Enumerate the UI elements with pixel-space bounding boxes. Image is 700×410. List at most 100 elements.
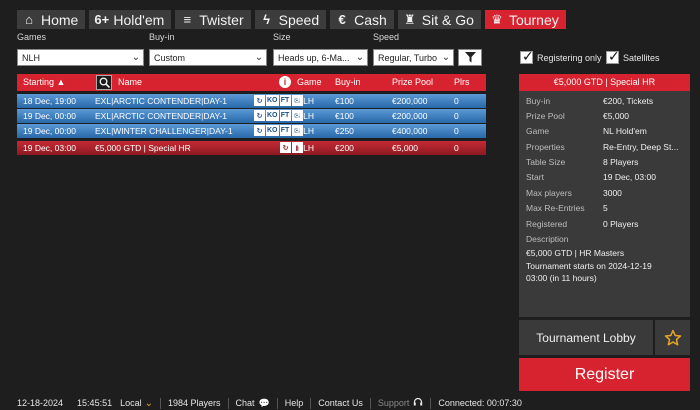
satellites-checkbox[interactable]: ✓ Satellites (606, 48, 660, 64)
registering-only-label: Registering only (537, 52, 602, 63)
trophy-icon: ♛ (491, 11, 503, 27)
reentry-icon: ↻ (280, 142, 291, 153)
chevron-down-icon: ⌄ (131, 52, 141, 63)
twister-icon: ≡ (183, 12, 192, 27)
row-name: EXL|ARCTIC CONTENDER|DAY-1 (95, 96, 227, 106)
tab-label: Tourney (508, 11, 559, 28)
size-filter-label: Size (273, 32, 291, 42)
column-header-buyin[interactable]: Buy-in (335, 77, 361, 87)
tournament-lobby-button[interactable]: Tournament Lobby (519, 320, 653, 355)
buyin-select-value: Custom (154, 52, 186, 63)
row-buyin: €100 (335, 96, 354, 106)
reentry-icon: ↻ (254, 125, 265, 136)
chat-link[interactable]: Chat (236, 398, 255, 408)
detail-value: €5,000 (603, 111, 629, 121)
column-header-game[interactable]: Game (297, 77, 322, 87)
description-line: 03:00 (in 11 hours) (526, 273, 597, 283)
info-icon[interactable]: i (279, 76, 291, 88)
favorite-button[interactable] (655, 320, 690, 355)
divider (227, 397, 229, 409)
tab-label: Sit & Go (421, 11, 474, 28)
row-badges: ↻ KO FT ✉ (254, 95, 303, 106)
speed-select[interactable]: Regular, Turbo ⌄ (373, 49, 454, 66)
tab-cash[interactable]: € Cash (330, 10, 394, 29)
detail-key: Game (526, 126, 550, 136)
table-row[interactable]: 19 Dec, 00:00 EXL|WINTER CHALLENGER|DAY-… (17, 124, 486, 138)
search-button[interactable] (96, 75, 112, 90)
row-players: 0 (454, 111, 459, 121)
support-link[interactable]: Support (378, 398, 410, 408)
contact-us-link[interactable]: Contact Us (318, 398, 363, 408)
final-table-icon: FT (279, 125, 291, 136)
divider (160, 397, 161, 409)
table-row-selected[interactable]: 19 Dec, 03:00 €5,000 GTD | Special HR ↻ … (17, 141, 486, 155)
tab-twister[interactable]: ≡ Twister (175, 10, 251, 29)
knockout-icon: KO (266, 95, 279, 106)
row-game: NLH (297, 96, 315, 106)
tab-speed[interactable]: ϟ Speed (254, 10, 327, 29)
euro-coin-icon: € (338, 12, 346, 27)
table-row[interactable]: 19 Dec, 00:00 EXL|ARCTIC CONTENDER|DAY-1… (17, 109, 486, 123)
row-prize-pool: €5,000 (392, 143, 418, 153)
trophy-icon: ♜ (403, 11, 416, 27)
funnel-icon (464, 52, 476, 63)
tab-tourney[interactable]: ♛ Tourney (484, 10, 566, 29)
description-text: €5,000 GTD | HR Masters Tournament start… (526, 247, 686, 285)
row-starting: 19 Dec, 03:00 (23, 143, 76, 153)
buyin-select[interactable]: Custom ⌄ (149, 49, 267, 66)
search-icon (99, 77, 110, 88)
knockout-icon: KO (266, 125, 279, 136)
row-name: EXL|WINTER CHALLENGER|DAY-1 (95, 126, 233, 136)
headset-icon[interactable] (413, 397, 423, 409)
detail-value: NL Hold'em (603, 126, 647, 136)
column-header-players[interactable]: Plrs (454, 77, 470, 87)
connection-status: Connected: 00:07:30 (438, 398, 522, 408)
size-select[interactable]: Heads up, 6-Ma... ⌄ (273, 49, 368, 66)
column-header-starting[interactable]: Starting ▲ (23, 77, 65, 87)
speed-select-value: Regular, Turbo (378, 52, 438, 63)
timezone-select[interactable]: Local (120, 398, 142, 408)
row-players: 0 (454, 96, 459, 106)
games-select[interactable]: NLH ⌄ (17, 49, 144, 66)
detail-key: Prize Pool (526, 111, 565, 121)
register-button[interactable]: Register (519, 358, 690, 391)
chevron-down-icon[interactable]: ⌄ (145, 398, 153, 409)
satellites-label: Satellites (623, 52, 660, 63)
detail-key: Buy-in (526, 96, 551, 106)
description-label: Description (526, 234, 569, 244)
chevron-down-icon: ⌄ (441, 52, 451, 63)
checkmark-icon: ✓ (608, 48, 620, 64)
row-game: NLH (297, 143, 315, 153)
speed-filter-label: Speed (373, 32, 400, 42)
tab-home[interactable]: ⌂ Home (17, 10, 86, 29)
status-date: 12-18-2024 (17, 398, 64, 408)
chevron-down-icon: ⌄ (254, 52, 264, 63)
tab-sit-and-go[interactable]: ♜ Sit & Go (397, 10, 481, 29)
row-name: EXL|ARCTIC CONTENDER|DAY-1 (95, 111, 227, 121)
six-plus-icon: 6+ (94, 12, 110, 27)
help-link[interactable]: Help (285, 398, 304, 408)
games-select-value: NLH (22, 52, 41, 63)
checkmark-icon: ✓ (522, 48, 534, 64)
final-table-icon: FT (279, 95, 291, 106)
checkbox-box: ✓ (606, 48, 620, 64)
buyin-filter-label: Buy-in (149, 32, 175, 42)
tab-label: Speed (278, 11, 320, 28)
table-row[interactable]: 18 Dec, 19:00 EXL|ARCTIC CONTENDER|DAY-1… (17, 94, 486, 108)
final-table-icon: FT (279, 110, 291, 121)
detail-value: Re-Entry, Deep St... (603, 142, 679, 152)
games-filter-label: Games (17, 32, 47, 42)
column-header-name[interactable]: Name (118, 77, 142, 87)
tab-holdem[interactable]: 6+ Hold'em (89, 10, 172, 29)
detail-value: 0 Players (603, 219, 639, 229)
tab-label: Cash (354, 11, 387, 28)
row-game: NLH (297, 126, 315, 136)
status-time: 15:45:51 (77, 398, 113, 408)
detail-key: Properties (526, 142, 565, 152)
knockout-icon: KO (266, 110, 279, 121)
home-icon: ⌂ (25, 12, 33, 27)
chat-bubble-icon[interactable]: 💬 (259, 398, 270, 409)
registering-only-checkbox[interactable]: ✓ Registering only (520, 48, 602, 64)
column-header-prize-pool[interactable]: Prize Pool (392, 77, 433, 87)
filter-button[interactable] (458, 49, 482, 66)
